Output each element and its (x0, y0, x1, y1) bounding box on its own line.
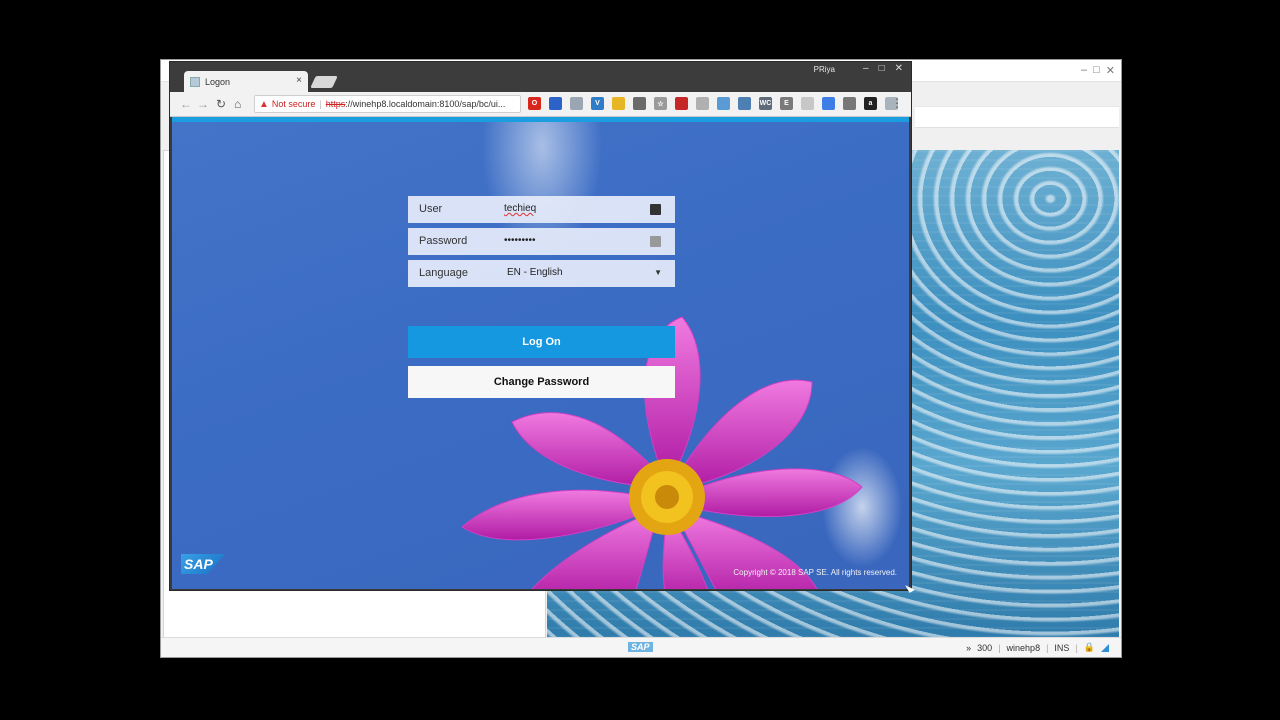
close-icon[interactable]: ✕ (895, 63, 903, 74)
forward-icon[interactable]: → (197, 97, 209, 111)
statusbar-mode: INS (1054, 642, 1070, 653)
minimize-icon[interactable]: – (1081, 64, 1087, 77)
language-value[interactable]: EN - English (507, 267, 563, 278)
statusbar-server: winehp8 (1006, 642, 1041, 653)
reload-icon[interactable]: ↻ (216, 97, 226, 111)
home-icon[interactable]: ⌂ (234, 97, 241, 111)
url-text: ://winehp8.localdomain:8100/sap/bc/ui... (345, 99, 506, 109)
sap-gui-toolbar (915, 106, 1119, 128)
favicon-icon (190, 76, 200, 87)
language-label: Language (419, 267, 468, 279)
statusbar-client[interactable]: 300 (977, 643, 992, 653)
browser-toolbar: ← → ↻ ⌂ ▲ Not secure | https ://winehp8.… (170, 92, 911, 117)
puzzle-ext-icon[interactable] (696, 97, 709, 110)
translate-ext-icon[interactable] (822, 97, 835, 110)
warning-icon: ▲ (259, 98, 269, 110)
change-password-button[interactable]: Change Password (408, 366, 675, 398)
camera-ext-icon[interactable] (633, 97, 646, 110)
divider: | (319, 99, 322, 109)
divider: | (998, 642, 1001, 653)
cast-ext-icon[interactable] (570, 97, 583, 110)
maximize-icon[interactable]: □ (879, 63, 885, 74)
doc-ext-icon[interactable]: E (780, 97, 793, 110)
address-bar[interactable]: ▲ Not secure | https ://winehp8.localdom… (254, 95, 521, 113)
url-protocol: https (325, 99, 346, 109)
maximize-icon[interactable]: □ (1093, 64, 1100, 77)
tab-logon[interactable]: Logon × (184, 71, 308, 92)
extension-bar: O V ☆ WC Ea (528, 97, 898, 110)
user-input[interactable]: techieq (504, 203, 536, 214)
amazon-ext-icon[interactable]: a (864, 97, 877, 110)
user-field[interactable]: User techieq (408, 196, 675, 223)
sap-logo: SAP (181, 554, 225, 574)
star-icon[interactable]: ☆ (654, 97, 667, 110)
browser-window: Logon × PRiya – □ ✕ ← → ↻ ⌂ ▲ Not secure… (169, 61, 912, 591)
tab-close-icon[interactable]: × (296, 75, 302, 86)
sap-mini-logo: SAP (628, 642, 653, 652)
credential-icon[interactable] (650, 236, 661, 247)
folder-ext-icon[interactable] (612, 97, 625, 110)
divider: | (1075, 642, 1078, 653)
grid-ext-icon[interactable] (738, 97, 751, 110)
vpn-ext-icon[interactable]: V (591, 97, 604, 110)
sap-gui-statusbar: SAP » 300 | winehp8 | INS | 🔒 (161, 637, 1121, 657)
dropdown-caret-icon[interactable]: ▼ (654, 268, 662, 277)
log-on-button[interactable]: Log On (408, 326, 675, 358)
security-indicator[interactable]: Not secure (272, 99, 316, 109)
tab-strip: Logon × PRiya – □ ✕ (170, 62, 911, 92)
new-tab-button[interactable] (310, 76, 338, 88)
browser-window-controls: – □ ✕ (863, 63, 903, 74)
sap-logon-page: User techieq Password ••••••••• Language… (172, 117, 909, 589)
wc-ext-icon[interactable]: WC (759, 97, 772, 110)
divider: | (1046, 642, 1049, 653)
table-ext-icon[interactable] (801, 97, 814, 110)
menu-icon[interactable]: ⋮ (891, 96, 903, 110)
top-accent-bar (172, 117, 909, 122)
opera-ext-icon[interactable]: O (528, 97, 541, 110)
screen: – □ ✕ SAP » 300 | winehp8 | INS | 🔒 Logo… (0, 0, 1280, 720)
screen-ext-icon[interactable] (549, 97, 562, 110)
globe-ext-icon[interactable] (717, 97, 730, 110)
box-ext-icon[interactable] (843, 97, 856, 110)
statusbar-expand[interactable]: » (966, 643, 971, 653)
minimize-icon[interactable]: – (863, 63, 869, 74)
credential-icon[interactable] (650, 204, 661, 215)
close-icon[interactable]: ✕ (1106, 64, 1115, 77)
password-label: Password (419, 235, 468, 247)
user-label: User (419, 203, 443, 215)
lock-icon: 🔒 (1083, 642, 1095, 652)
resize-grip-icon[interactable] (1101, 643, 1109, 652)
copyright-text: Copyright © 2018 SAP SE. All rights rese… (733, 568, 897, 577)
language-select[interactable]: Language EN - English ▼ (408, 260, 675, 287)
profile-name[interactable]: PRiya (814, 65, 835, 74)
tab-title: Logon (205, 76, 231, 87)
badge-ext-icon[interactable] (675, 97, 688, 110)
back-icon[interactable]: ← (180, 97, 192, 111)
sap-gui-window-controls: – □ ✕ (1081, 64, 1115, 77)
password-field[interactable]: Password ••••••••• (408, 228, 675, 255)
password-input[interactable]: ••••••••• (504, 235, 536, 246)
